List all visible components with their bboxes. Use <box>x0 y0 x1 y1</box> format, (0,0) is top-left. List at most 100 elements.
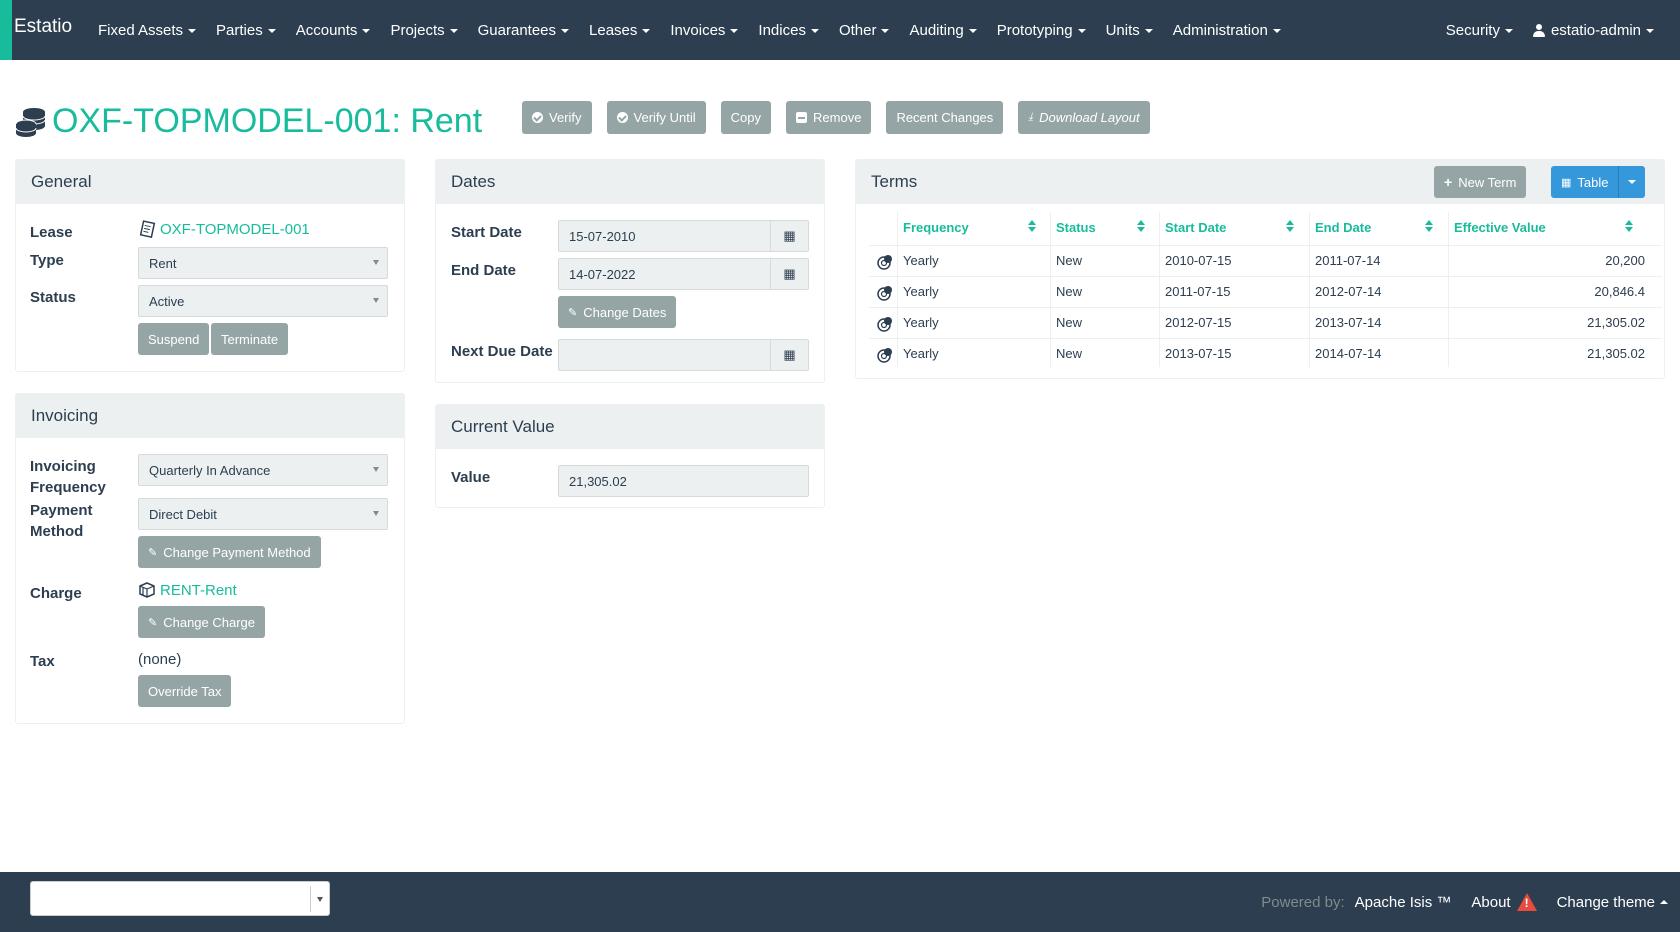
menu-label: Fixed Assets <box>98 21 184 39</box>
menu-prototyping[interactable]: Prototyping <box>987 22 1096 39</box>
remove-button[interactable]: Remove <box>786 101 872 134</box>
suspend-button[interactable]: Suspend <box>138 323 210 355</box>
sort-icon[interactable] <box>1425 220 1433 232</box>
download-layout-button[interactable]: ⤓ Download Layout <box>1018 101 1150 134</box>
button-label: Copy <box>730 110 762 125</box>
col-status[interactable]: Status <box>1056 220 1096 235</box>
status-value: Active <box>149 293 185 309</box>
minus-square-icon <box>796 112 808 123</box>
charge-label: Charge <box>30 585 82 602</box>
about-link[interactable]: About <box>1471 893 1537 911</box>
table-view-button[interactable]: ▦ Table <box>1551 166 1619 198</box>
menu-other[interactable]: Other <box>829 22 900 39</box>
effective-value-cell: 20,200 <box>1605 253 1645 268</box>
table-view-toggle[interactable] <box>1618 166 1646 198</box>
lease-link[interactable]: OXF-TOPMODEL-001 <box>138 220 310 238</box>
invoicing-frequency-select[interactable]: Quarterly In Advance <box>138 454 388 486</box>
term-coin-icon[interactable] <box>877 254 893 270</box>
sort-icon[interactable] <box>1028 220 1036 232</box>
tax-value: (none) <box>138 651 182 668</box>
term-coin-icon[interactable] <box>877 347 893 363</box>
user-menu-area: Security estatio-admin <box>1436 0 1664 60</box>
menu-security[interactable]: Security <box>1436 22 1523 39</box>
caret-down-icon <box>188 29 197 33</box>
term-coin-icon[interactable] <box>877 316 893 332</box>
col-frequency[interactable]: Frequency <box>903 220 969 235</box>
button-label: Override Tax <box>148 683 222 699</box>
calendar-icon[interactable]: ▦ <box>770 220 808 252</box>
menu-accounts[interactable]: Accounts <box>286 22 381 39</box>
table-row[interactable]: Yearly New 2010-07-15 2011-07-14 20,200 <box>869 245 1662 276</box>
start-date-input[interactable]: 15-07-2010 ▦ <box>558 220 809 252</box>
menu-projects[interactable]: Projects <box>380 22 467 39</box>
col-end-date[interactable]: End Date <box>1315 220 1371 235</box>
sort-icon[interactable] <box>1137 220 1145 232</box>
brand-logo[interactable]: Estatio <box>14 16 72 38</box>
caret-down-icon <box>1504 29 1513 33</box>
verify-button[interactable]: Verify <box>522 101 592 134</box>
action-bar: Verify Verify Until Copy Remove Recent C… <box>522 101 1150 134</box>
general-heading: General <box>16 160 404 204</box>
dates-heading: Dates <box>436 160 824 204</box>
caret-down-icon <box>881 29 890 33</box>
frequency-cell: Yearly <box>903 346 939 361</box>
status-label: Status <box>30 289 76 306</box>
menu-fixed-assets[interactable]: Fixed Assets <box>88 22 206 39</box>
start-date-label: Start Date <box>451 224 522 241</box>
edit-icon: ✎ <box>148 616 158 629</box>
payment-method-select[interactable]: Direct Debit <box>138 498 388 530</box>
override-tax-button[interactable]: Override Tax <box>138 675 232 707</box>
caret-down-icon <box>810 29 819 33</box>
change-theme-link[interactable]: Change theme <box>1557 894 1668 911</box>
button-label: Table <box>1577 174 1609 190</box>
recent-changes-button[interactable]: Recent Changes <box>886 101 1004 134</box>
select-caret-icon <box>317 897 323 902</box>
menu-user[interactable]: estatio-admin <box>1523 22 1664 39</box>
download-icon: ⤓ <box>1028 111 1034 123</box>
copy-button[interactable]: Copy <box>720 101 772 134</box>
status-cell: New <box>1056 315 1083 330</box>
table-row[interactable]: Yearly New 2012-07-15 2013-07-14 21,305.… <box>869 307 1662 338</box>
about-label: About <box>1471 893 1511 911</box>
type-select[interactable]: Rent <box>138 247 388 279</box>
change-dates-button[interactable]: ✎ Change Dates <box>558 296 677 328</box>
sort-icon[interactable] <box>1286 220 1294 232</box>
terminate-button[interactable]: Terminate <box>211 323 289 355</box>
menu-indices[interactable]: Indices <box>748 22 829 39</box>
table-row[interactable]: Yearly New 2011-07-15 2012-07-14 20,846.… <box>869 276 1662 307</box>
term-coin-icon[interactable] <box>877 285 893 301</box>
type-value: Rent <box>149 255 177 271</box>
caret-down-icon <box>730 29 739 33</box>
calendar-icon[interactable]: ▦ <box>770 258 808 290</box>
menu-guarantees[interactable]: Guarantees <box>468 22 579 39</box>
frequency-cell: Yearly <box>903 315 939 330</box>
apache-isis-link[interactable]: Apache Isis ™ <box>1355 894 1452 911</box>
col-start-date[interactable]: Start Date <box>1165 220 1226 235</box>
end-date-cell: 2013-07-14 <box>1315 315 1382 330</box>
verify-until-button[interactable]: Verify Until <box>606 101 706 134</box>
sort-icon[interactable] <box>1625 220 1633 232</box>
caret-down-icon <box>1077 29 1086 33</box>
menu-leases[interactable]: Leases <box>579 22 660 39</box>
menu-units[interactable]: Units <box>1096 22 1163 39</box>
user-icon <box>1532 23 1545 37</box>
charge-link[interactable]: RENT-Rent <box>138 581 237 599</box>
button-label: Remove <box>813 110 862 125</box>
col-effective-value[interactable]: Effective Value <box>1454 220 1546 235</box>
calendar-icon[interactable]: ▦ <box>770 339 808 371</box>
change-payment-method-button[interactable]: ✎ Change Payment Method <box>138 536 321 568</box>
menu-auditing[interactable]: Auditing <box>899 22 986 39</box>
menu-invoices[interactable]: Invoices <box>660 22 748 39</box>
new-term-button[interactable]: + New Term <box>1434 166 1527 198</box>
change-charge-button[interactable]: ✎ Change Charge <box>138 606 266 638</box>
menu-parties[interactable]: Parties <box>206 22 286 39</box>
menu-administration[interactable]: Administration <box>1163 22 1291 39</box>
next-due-date-input[interactable]: ▦ <box>558 339 809 371</box>
menu-label: Invoices <box>670 21 726 39</box>
title-row: OXF-TOPMODEL-001: Rent <box>14 96 482 146</box>
table-row[interactable]: Yearly New 2013-07-15 2014-07-14 21,305.… <box>869 338 1662 369</box>
footer-select[interactable] <box>30 881 330 916</box>
end-date-input[interactable]: 14-07-2022 ▦ <box>558 258 809 290</box>
top-navbar: Estatio Fixed Assets Parties Accounts Pr… <box>0 0 1680 60</box>
status-select[interactable]: Active <box>138 285 388 317</box>
